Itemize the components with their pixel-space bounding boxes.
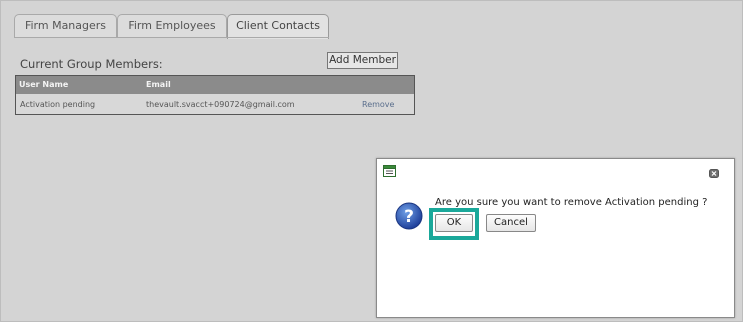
remove-link[interactable]: Remove (362, 100, 394, 109)
members-table: User Name Email Activation pending theva… (15, 75, 415, 115)
tab-label: Firm Employees (128, 19, 216, 32)
tab-label: Firm Managers (24, 19, 107, 32)
cancel-button[interactable]: Cancel (486, 214, 536, 232)
help-icon: ? (395, 202, 423, 230)
close-icon[interactable] (709, 169, 719, 178)
column-header-user-name: User Name (19, 80, 69, 89)
tab-baseline (14, 37, 329, 38)
confirm-dialog: ? Are you sure you want to remove Activa… (376, 158, 735, 318)
tab-label: Client Contacts (236, 19, 320, 32)
ok-button[interactable]: OK (435, 214, 473, 232)
tab-firm-managers[interactable]: Firm Managers (14, 14, 117, 38)
add-member-button[interactable]: Add Member (327, 52, 398, 69)
tab-client-contacts[interactable]: Client Contacts (227, 14, 329, 39)
group-members-title: Current Group Members: (20, 57, 163, 71)
dialog-message: Are you sure you want to remove Activati… (435, 197, 708, 208)
tab-firm-employees[interactable]: Firm Employees (117, 14, 227, 38)
window-icon (383, 165, 396, 177)
cell-user-name: Activation pending (20, 100, 96, 109)
column-header-email: Email (146, 80, 171, 89)
cell-email: thevault.svacct+090724@gmail.com (146, 100, 295, 109)
table-row: Activation pending thevault.svacct+09072… (16, 94, 414, 114)
svg-text:?: ? (404, 207, 414, 227)
table-header: User Name Email (16, 76, 414, 94)
